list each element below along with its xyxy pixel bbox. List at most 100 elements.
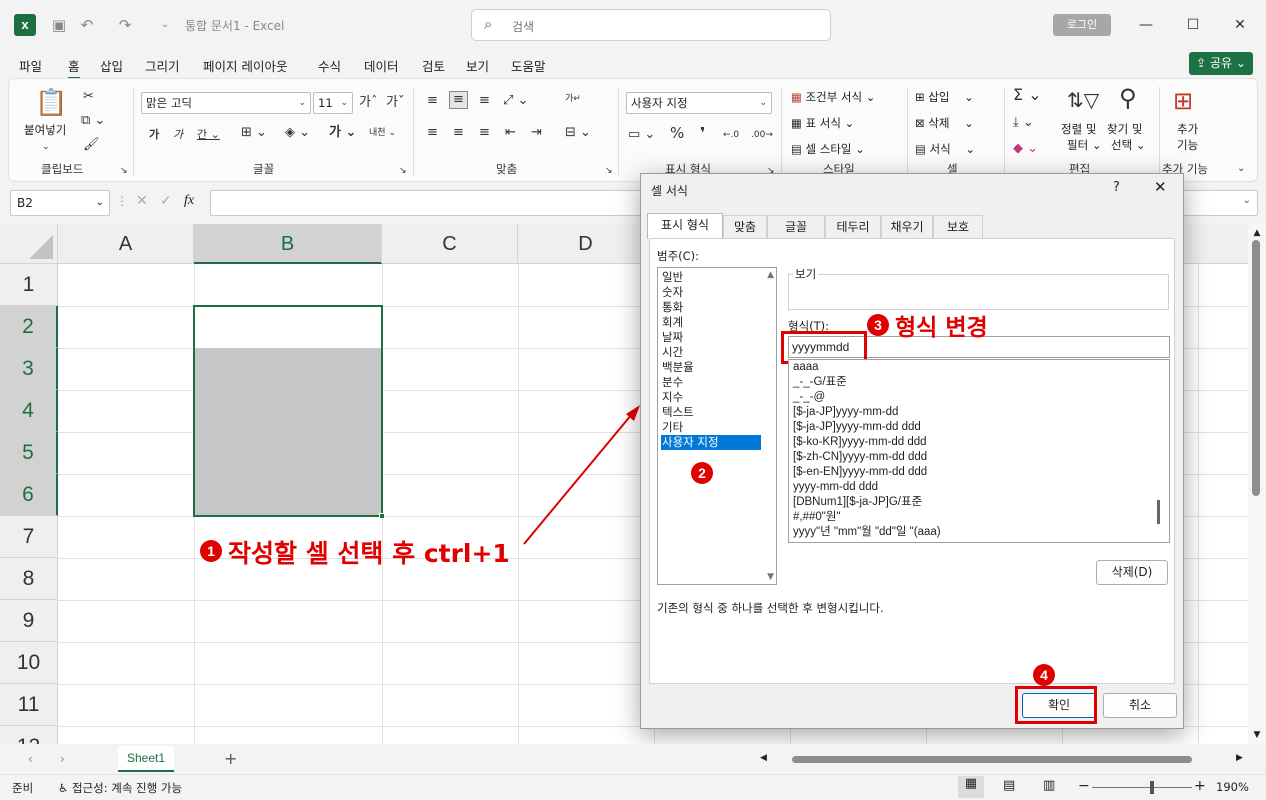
- increase-decimal-icon[interactable]: ←.0: [723, 127, 739, 143]
- format-item[interactable]: _-_-G/표준: [793, 375, 847, 390]
- insert-cells-button[interactable]: ⊞ 삽입 ⌄: [915, 89, 974, 105]
- tab-draw[interactable]: 그리기: [145, 56, 180, 75]
- find-select-label[interactable]: 찾기 및: [1107, 121, 1142, 137]
- cut-icon[interactable]: ✂: [83, 89, 94, 105]
- increase-indent-icon[interactable]: ⇥: [531, 125, 542, 141]
- row-header-12[interactable]: 12: [0, 726, 58, 744]
- paste-icon[interactable]: 📋: [35, 89, 67, 117]
- align-bottom-icon[interactable]: ≡: [479, 93, 490, 109]
- tab-border[interactable]: 테두리: [825, 215, 881, 238]
- column-header-c[interactable]: C: [382, 224, 518, 264]
- scroll-up-icon[interactable]: ▲: [767, 270, 774, 280]
- tab-formulas[interactable]: 수식: [318, 56, 341, 75]
- align-middle-icon[interactable]: ≡: [449, 91, 468, 109]
- scroll-left-icon[interactable]: ◀: [760, 753, 767, 763]
- comma-style-icon[interactable]: ❜: [700, 125, 705, 141]
- tab-alignment[interactable]: 맞춤: [723, 215, 767, 238]
- zoom-out-icon[interactable]: −: [1078, 778, 1090, 794]
- category-item[interactable]: 통화: [661, 300, 761, 315]
- align-center-icon[interactable]: ≡: [453, 125, 464, 141]
- format-item[interactable]: [$-ko-KR]yyyy-mm-dd ddd: [793, 435, 927, 450]
- border-icon[interactable]: ⊞ ⌄: [241, 125, 267, 141]
- tab-insert[interactable]: 삽입: [100, 56, 123, 75]
- align-top-icon[interactable]: ≡: [427, 93, 438, 109]
- tab-fill[interactable]: 채우기: [881, 215, 933, 238]
- page-break-view-icon[interactable]: ▥: [1043, 778, 1055, 793]
- row-header-3[interactable]: 3: [0, 348, 58, 390]
- tab-help[interactable]: 도움말: [511, 56, 546, 75]
- save-icon[interactable]: ▣: [48, 14, 70, 36]
- font-name-combo[interactable]: 맑은 고딕 ⌄: [141, 92, 311, 114]
- qat-customize-icon[interactable]: ⌄: [154, 14, 176, 36]
- undo-icon[interactable]: ↶: [76, 14, 98, 36]
- tab-page-layout[interactable]: 페이지 레이아웃: [203, 56, 287, 75]
- category-item[interactable]: 회계: [661, 315, 761, 330]
- find-select-label-2[interactable]: 선택 ⌄: [1111, 137, 1145, 153]
- decrease-indent-icon[interactable]: ⇤: [505, 125, 516, 141]
- category-item[interactable]: 텍스트: [661, 405, 761, 420]
- clear-icon[interactable]: ◆ ⌄: [1013, 141, 1038, 157]
- row-header-9[interactable]: 9: [0, 600, 58, 642]
- format-item[interactable]: [$-ja-JP]yyyy-mm-dd ddd: [793, 420, 921, 435]
- format-item[interactable]: [$-en-EN]yyyy-mm-dd ddd: [793, 465, 927, 480]
- zoom-slider-thumb[interactable]: [1150, 781, 1154, 794]
- tab-review[interactable]: 검토: [422, 56, 445, 75]
- zoom-level[interactable]: 190%: [1216, 780, 1249, 794]
- normal-view-icon[interactable]: ▦: [958, 776, 984, 798]
- collapse-ribbon-icon[interactable]: ⌄: [1237, 161, 1245, 177]
- next-sheet-icon[interactable]: ›: [60, 752, 65, 766]
- row-header-4[interactable]: 4: [0, 390, 58, 432]
- row-header-10[interactable]: 10: [0, 642, 58, 684]
- confirm-entry-icon[interactable]: ✓: [160, 193, 172, 209]
- cancel-button[interactable]: 취소: [1103, 693, 1177, 718]
- decrease-decimal-icon[interactable]: .00→: [751, 127, 773, 143]
- format-item[interactable]: #,##0"원": [793, 510, 841, 525]
- shrink-font-icon[interactable]: 가ˇ: [386, 95, 404, 111]
- column-header-a[interactable]: A: [58, 224, 194, 264]
- column-header-b[interactable]: B: [194, 224, 382, 264]
- format-list[interactable]: aaaa _-_-G/표준 _-_-@ [$-ja-JP]yyyy-mm-dd …: [788, 359, 1170, 543]
- select-all-corner[interactable]: [0, 224, 58, 264]
- login-button[interactable]: 로그인: [1053, 14, 1111, 36]
- category-item[interactable]: 기타: [661, 420, 761, 435]
- delete-cells-button[interactable]: ⊠ 삭제 ⌄: [915, 115, 974, 131]
- cancel-entry-icon[interactable]: ✕: [136, 193, 148, 209]
- redo-icon[interactable]: ↷: [114, 14, 136, 36]
- accessibility-status[interactable]: ♿ 접근성: 계속 진행 가능: [58, 780, 182, 796]
- italic-icon[interactable]: 가: [173, 127, 183, 143]
- clipboard-launcher-icon[interactable]: ↘: [120, 163, 128, 179]
- page-layout-view-icon[interactable]: ▤: [1003, 778, 1015, 793]
- row-header-6[interactable]: 6: [0, 474, 58, 516]
- cell-styles-button[interactable]: ▤ 셀 스타일 ⌄: [791, 141, 865, 157]
- name-box[interactable]: B2 ⌄: [10, 190, 110, 216]
- format-item[interactable]: [$-ja-JP]yyyy-mm-dd: [793, 405, 898, 420]
- row-header-2[interactable]: 2: [0, 306, 58, 348]
- tab-view[interactable]: 보기: [466, 56, 489, 75]
- fill-handle[interactable]: [379, 513, 385, 519]
- row-header-11[interactable]: 11: [0, 684, 58, 726]
- phonetic-icon[interactable]: 내천 ⌄: [369, 125, 396, 141]
- zoom-in-icon[interactable]: +: [1194, 778, 1206, 794]
- format-item[interactable]: aaaa: [793, 360, 819, 375]
- delete-format-button[interactable]: 삭제(D): [1096, 560, 1168, 585]
- sheet-tab-sheet1[interactable]: Sheet1: [118, 746, 174, 772]
- column-header-d[interactable]: D: [518, 224, 654, 264]
- vertical-scrollbar[interactable]: ▲ ▼: [1248, 224, 1266, 744]
- add-sheet-button[interactable]: +: [224, 749, 237, 768]
- percent-icon[interactable]: %: [670, 125, 684, 141]
- sort-filter-label[interactable]: 정렬 및: [1061, 121, 1096, 137]
- category-item[interactable]: 날짜: [661, 330, 761, 345]
- autosum-icon[interactable]: Σ ⌄: [1013, 87, 1042, 103]
- addins-icon[interactable]: ⊞: [1173, 87, 1193, 115]
- category-item[interactable]: 백분율: [661, 360, 761, 375]
- font-color-icon[interactable]: 가 ⌄: [329, 125, 356, 141]
- category-item[interactable]: 분수: [661, 375, 761, 390]
- category-item[interactable]: 숫자: [661, 285, 761, 300]
- tab-number[interactable]: 표시 형식: [647, 213, 723, 239]
- format-item[interactable]: [$-zh-CN]yyyy-mm-dd ddd: [793, 450, 927, 465]
- maximize-icon[interactable]: ☐: [1181, 13, 1205, 37]
- tab-protection[interactable]: 보호: [933, 215, 983, 238]
- scroll-up-icon[interactable]: ▲: [1248, 228, 1266, 238]
- fill-color-icon[interactable]: ◈ ⌄: [285, 125, 310, 141]
- scrollbar-thumb[interactable]: [1252, 240, 1260, 496]
